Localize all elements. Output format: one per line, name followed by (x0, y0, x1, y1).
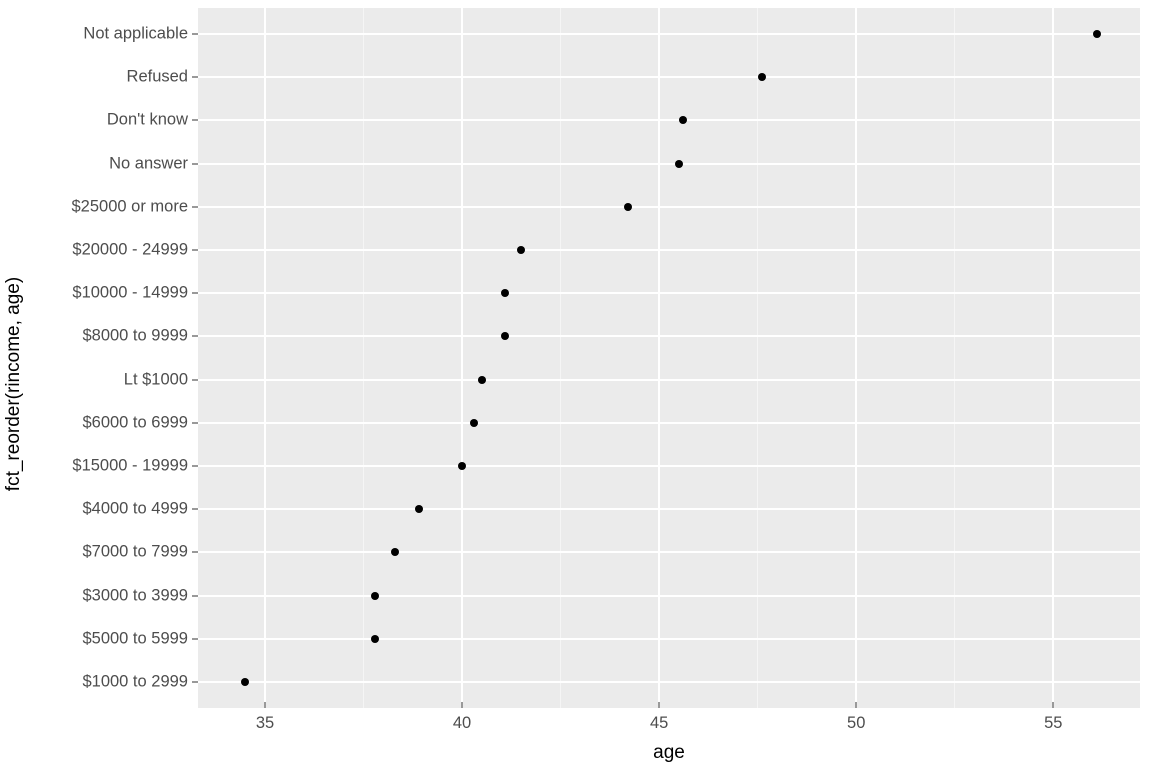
data-point (624, 203, 632, 211)
grid-major-h (198, 119, 1140, 121)
y-tick-label: Lt $1000 (124, 370, 188, 389)
data-point (241, 678, 249, 686)
data-point (371, 635, 379, 643)
data-point (501, 332, 509, 340)
data-point (1093, 30, 1101, 38)
plot-panel (198, 8, 1140, 708)
grid-major-h (198, 206, 1140, 208)
x-tick-mark (856, 702, 857, 708)
x-tick-label: 40 (453, 714, 471, 733)
y-tick-label: No answer (109, 154, 188, 173)
grid-major-h (198, 163, 1140, 165)
grid-major-h (198, 681, 1140, 683)
x-tick-mark (1053, 702, 1054, 708)
grid-major-h (198, 33, 1140, 35)
grid-minor-v (363, 8, 364, 708)
grid-major-h (198, 638, 1140, 640)
grid-major-h (198, 508, 1140, 510)
grid-major-v (461, 8, 463, 708)
data-point (501, 289, 509, 297)
grid-minor-v (757, 8, 758, 708)
data-point (478, 376, 486, 384)
x-tick-label: 35 (256, 714, 274, 733)
data-point (458, 462, 466, 470)
x-tick-mark (265, 702, 266, 708)
y-tick-label: $10000 - 14999 (72, 284, 188, 303)
y-tick-label: Refused (127, 68, 188, 87)
data-point (470, 419, 478, 427)
grid-major-v (855, 8, 857, 708)
data-point (391, 548, 399, 556)
data-point (758, 73, 766, 81)
x-tick-label: 45 (650, 714, 668, 733)
y-tick-label: $7000 to 7999 (82, 543, 188, 562)
grid-minor-v (954, 8, 955, 708)
y-tick-label: $20000 - 24999 (72, 240, 188, 259)
x-axis-label: age (198, 742, 1140, 764)
y-axis-label: fct_reorder(rincome, age) (3, 277, 25, 491)
grid-major-h (198, 465, 1140, 467)
y-tick-label: $5000 to 5999 (82, 629, 188, 648)
grid-major-v (264, 8, 266, 708)
y-tick-label: $15000 - 19999 (72, 457, 188, 476)
grid-major-v (658, 8, 660, 708)
grid-major-h (198, 551, 1140, 553)
grid-major-h (198, 595, 1140, 597)
x-tick-mark (462, 702, 463, 708)
data-point (371, 592, 379, 600)
x-tick-mark (659, 702, 660, 708)
grid-major-h (198, 292, 1140, 294)
x-tick-label: 55 (1044, 714, 1062, 733)
data-point (675, 160, 683, 168)
y-tick-label: $6000 to 6999 (82, 413, 188, 432)
grid-major-h (198, 249, 1140, 251)
x-axis-ticks: 35 40 45 50 55 (198, 708, 1140, 736)
grid-minor-v (560, 8, 561, 708)
data-point (679, 116, 687, 124)
grid-major-h (198, 379, 1140, 381)
y-tick-label: $4000 to 4999 (82, 500, 188, 519)
y-axis-label-container: fct_reorder(rincome, age) (0, 0, 28, 768)
y-tick-label: $1000 to 2999 (82, 673, 188, 692)
grid-major-v (1052, 8, 1054, 708)
grid-major-h (198, 76, 1140, 78)
y-tick-label: Don't know (107, 111, 188, 130)
y-tick-label: $8000 to 9999 (82, 327, 188, 346)
grid-major-h (198, 422, 1140, 424)
chart-figure: fct_reorder(rincome, age) Not applicable… (0, 0, 1152, 768)
data-point (517, 246, 525, 254)
x-tick-label: 50 (847, 714, 865, 733)
y-tick-label: Not applicable (83, 24, 188, 43)
y-tick-label: $25000 or more (72, 197, 189, 216)
y-axis-ticks: Not applicable Refused Don't know No answer… (28, 8, 198, 708)
data-point (415, 505, 423, 513)
y-tick-label: $3000 to 3999 (82, 586, 188, 605)
grid-major-h (198, 335, 1140, 337)
